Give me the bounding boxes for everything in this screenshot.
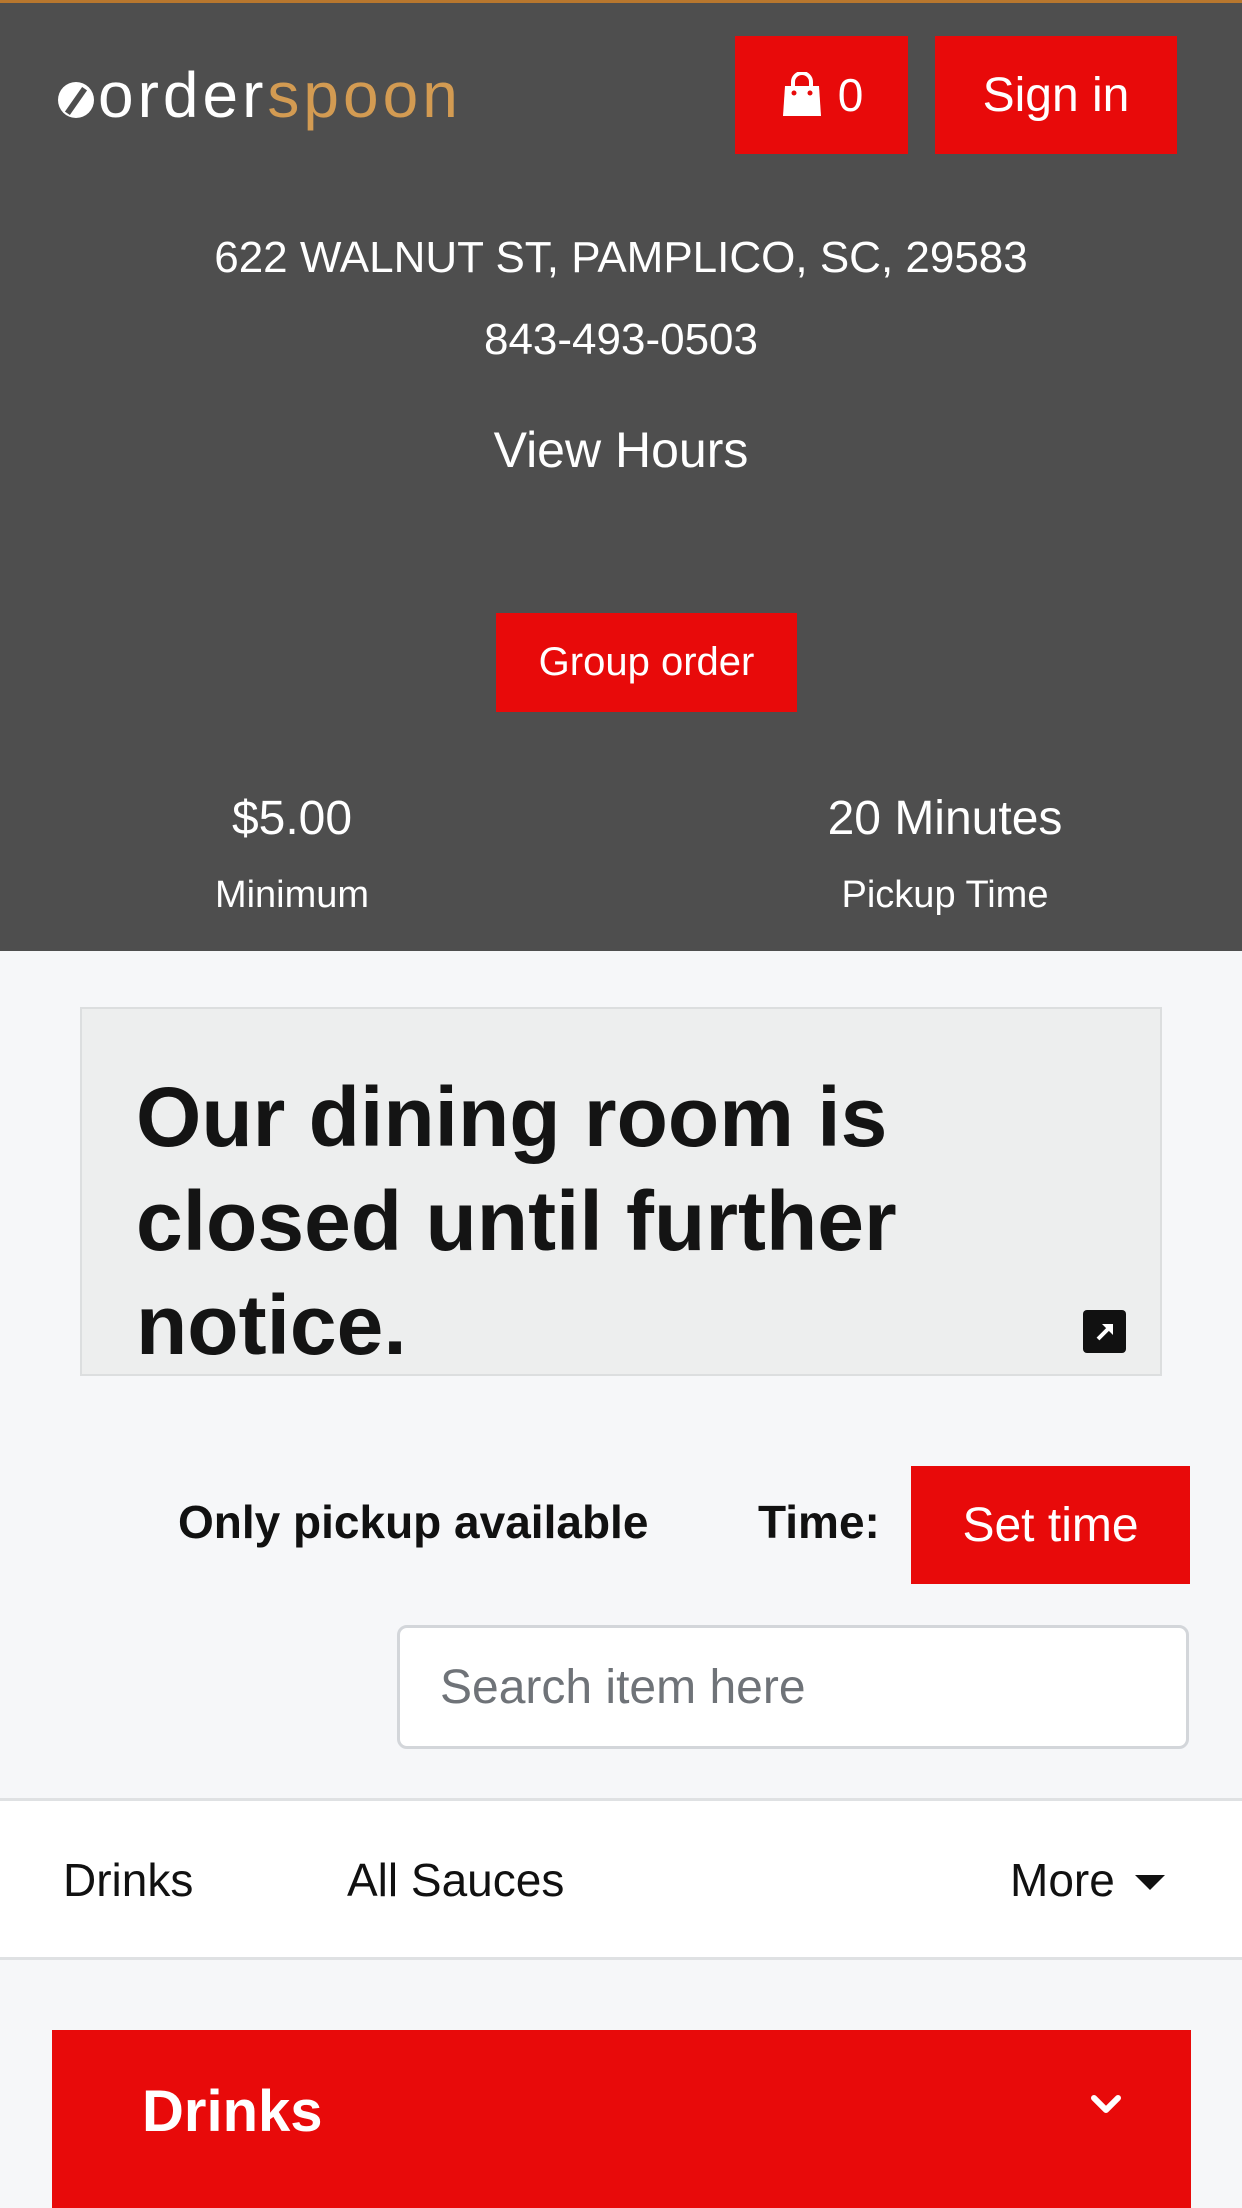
category-tab-drinks[interactable]: Drinks xyxy=(63,1853,193,1907)
shopping-bag-icon xyxy=(782,72,821,116)
restaurant-hero: order spoon 0 Sign in 622 WALNUT ST, PAM… xyxy=(0,0,1242,951)
restaurant-phone[interactable]: 843-493-0503 xyxy=(0,315,1242,365)
group-order-button[interactable]: Group order xyxy=(496,613,797,712)
minimum-order-stat: $5.00 Minimum xyxy=(92,791,492,917)
pickup-only-text: Only pickup available xyxy=(178,1496,649,1548)
logo-mark-icon xyxy=(58,82,94,118)
cart-count: 0 xyxy=(837,69,864,121)
category-nav: Drinks All Sauces More xyxy=(0,1798,1242,1960)
chevron-down-icon xyxy=(1091,2095,1121,2113)
more-label: More xyxy=(1010,1854,1115,1906)
pickup-time-value: 20 Minutes xyxy=(827,792,1063,845)
caret-down-icon xyxy=(1134,1874,1165,1890)
more-categories-dropdown[interactable]: More xyxy=(1010,1853,1165,1907)
category-tab-all-sauces[interactable]: All Sauces xyxy=(347,1853,564,1907)
minimum-value: $5.00 xyxy=(231,792,353,845)
expand-icon[interactable] xyxy=(1083,1310,1126,1353)
sign-in-button[interactable]: Sign in xyxy=(935,36,1177,154)
cart-button[interactable]: 0 xyxy=(735,36,908,154)
restaurant-address: 622 WALNUT ST, PAMPLICO, SC, 29583 xyxy=(214,233,1028,282)
arrow-up-right-icon xyxy=(1096,1323,1113,1340)
logo-text-spoon: spoon xyxy=(267,59,462,131)
time-label: Time: xyxy=(758,1496,880,1548)
orderspoon-logo[interactable]: order spoon xyxy=(58,55,462,135)
pickup-time-stat: 20 Minutes Pickup Time xyxy=(745,791,1145,917)
section-title: Drinks xyxy=(142,2079,323,2144)
search-input[interactable] xyxy=(397,1625,1189,1749)
view-hours-link[interactable]: View Hours xyxy=(0,421,1242,479)
notice-text: Our dining room is closed until further … xyxy=(136,1070,897,1372)
minimum-label: Minimum xyxy=(214,874,370,916)
logo-text-order: order xyxy=(98,59,268,131)
set-time-button[interactable]: Set time xyxy=(911,1466,1190,1584)
notice-banner: Our dining room is closed until further … xyxy=(80,1007,1162,1376)
section-header-drinks[interactable]: Drinks xyxy=(52,2030,1191,2208)
pickup-time-label: Pickup Time xyxy=(841,874,1049,916)
